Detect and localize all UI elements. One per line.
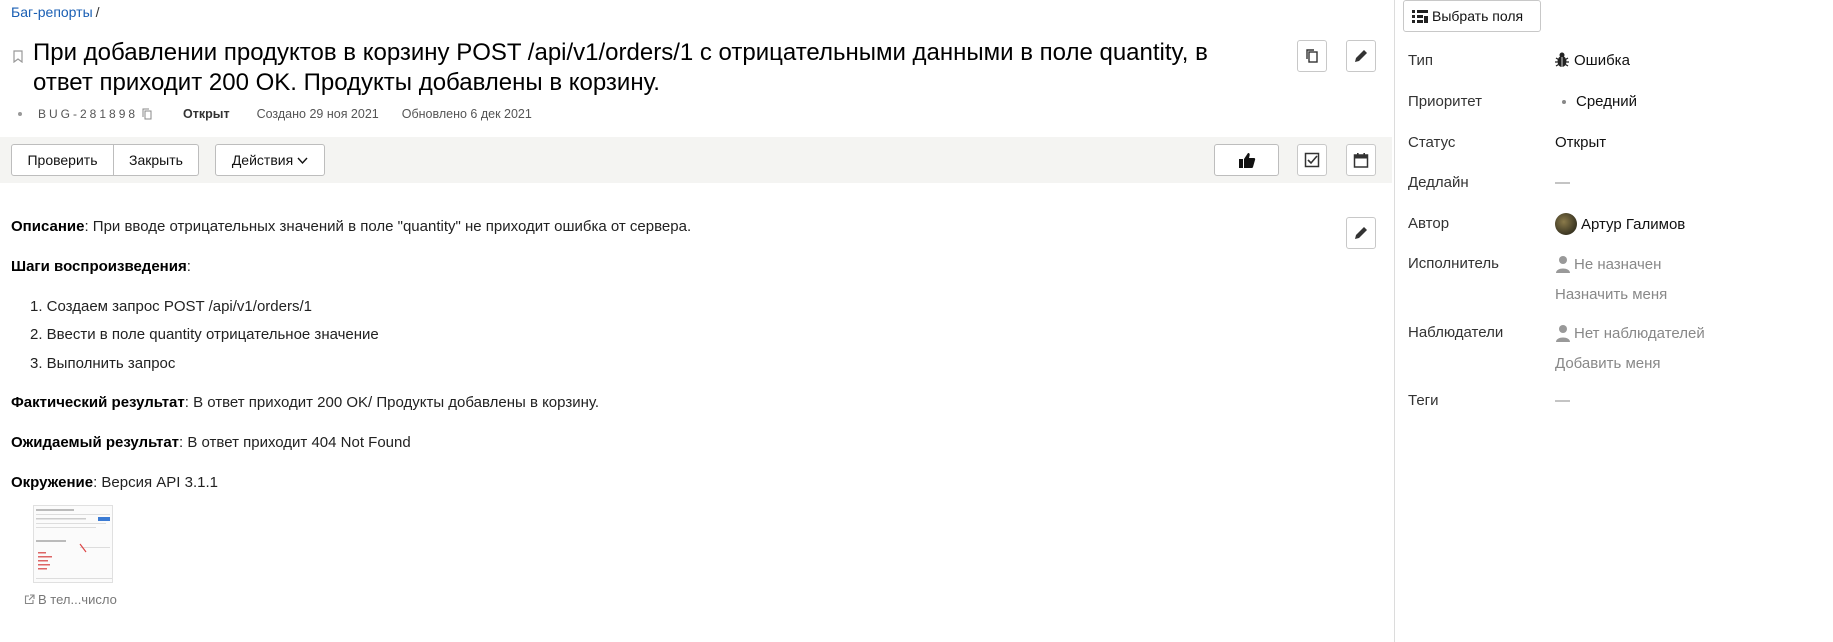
checklist-button[interactable] — [1297, 144, 1327, 176]
breadcrumb: Баг-репорты / — [11, 4, 100, 20]
attachment-name: В тел...число — [38, 592, 117, 607]
priority-text: Средний — [1576, 93, 1637, 110]
add-me-link[interactable]: Добавить меня — [1555, 355, 1661, 372]
checkbox-icon — [1304, 152, 1320, 168]
copy-button[interactable] — [1297, 40, 1327, 72]
description-text: : При вводе отрицательных значений в пол… — [84, 218, 692, 235]
type-value[interactable]: Ошибка — [1553, 51, 1630, 69]
attachment-preview-image — [34, 506, 112, 582]
expected-result-text: : В ответ приходит 404 Not Found — [179, 434, 411, 451]
external-link-icon — [24, 594, 35, 605]
expected-result-line: Ожидаемый результат: В ответ приходит 40… — [11, 434, 411, 451]
breadcrumb-parent-link[interactable]: Баг-репорты — [11, 4, 93, 20]
issue-key: BUG-281898 — [38, 107, 139, 121]
chevron-down-icon — [297, 157, 308, 164]
steps-label: Шаги воспроизведения — [11, 258, 187, 275]
calendar-icon — [1353, 153, 1369, 168]
check-button[interactable]: Проверить — [11, 144, 114, 176]
description-label: Описание — [11, 218, 85, 235]
assignee-label: Исполнитель — [1408, 255, 1499, 272]
issue-sidebar: Выбрать поля Тип Ошибка Приоритет Средни… — [1395, 0, 1833, 642]
watchers-value[interactable]: Нет наблюдателей — [1555, 324, 1705, 342]
deadline-value[interactable]: — — [1555, 174, 1570, 191]
avatar — [1555, 213, 1577, 235]
description-line: Описание: При вводе отрицательных значен… — [11, 218, 691, 235]
steps-heading: Шаги воспроизведения: — [11, 258, 191, 275]
watchers-label: Наблюдатели — [1408, 324, 1504, 341]
bug-icon — [1555, 52, 1569, 67]
environment-text: : Версия API 3.1.1 — [93, 474, 218, 491]
issue-title: При добавлении продуктов в корзину POST … — [33, 39, 1208, 96]
assignee-text: Не назначен — [1574, 255, 1662, 273]
bookmark-icon[interactable] — [13, 50, 23, 63]
type-text: Ошибка — [1574, 51, 1630, 69]
status-label: Статус — [1408, 134, 1456, 151]
actual-result-line: Фактический результат: В ответ приходит … — [11, 394, 599, 411]
list-settings-icon — [1412, 10, 1428, 23]
priority-value[interactable]: Средний — [1555, 93, 1637, 110]
tags-label: Теги — [1408, 392, 1439, 409]
expected-result-label: Ожидаемый результат — [11, 434, 180, 451]
issue-meta: BUG-281898 Открыт Создано 29 ноя 2021 Об… — [18, 107, 532, 121]
person-icon — [1556, 325, 1570, 342]
thumbs-up-icon — [1238, 152, 1255, 168]
environment-label: Окружение — [11, 474, 94, 491]
copy-key-icon[interactable] — [141, 108, 153, 120]
priority-dot — [1562, 99, 1566, 104]
person-icon — [1556, 256, 1570, 273]
select-fields-label: Выбрать поля — [1432, 8, 1524, 24]
action-toolbar: Проверить Закрыть Действия — [0, 137, 1392, 183]
attachment-thumbnail[interactable] — [33, 505, 113, 583]
actions-label: Действия — [231, 152, 294, 168]
calendar-button[interactable] — [1346, 144, 1376, 176]
breadcrumb-separator: / — [95, 4, 100, 20]
copy-icon — [1306, 49, 1318, 63]
step-item: 3. Выполнить запрос — [30, 355, 176, 372]
author-label: Автор — [1408, 215, 1450, 232]
edit-title-button[interactable] — [1346, 40, 1376, 72]
tags-value[interactable]: — — [1555, 392, 1570, 409]
actual-result-label: Фактический результат — [11, 394, 185, 411]
issue-main-panel: Баг-репорты / При добавлении продуктов в … — [0, 0, 1392, 642]
close-button[interactable]: Закрыть — [114, 144, 199, 176]
status-badge: Открыт — [183, 107, 230, 121]
status-value[interactable]: Открыт — [1555, 134, 1606, 151]
assignee-value[interactable]: Не назначен — [1555, 255, 1661, 273]
deadline-label: Дедлайн — [1408, 174, 1469, 191]
author-name: Артур Галимов — [1581, 215, 1686, 233]
watchers-text: Нет наблюдателей — [1574, 324, 1705, 342]
attachment-link[interactable]: В тел...число — [24, 592, 117, 607]
actual-result-text: : В ответ приходит 200 OK/ Продукты доба… — [184, 394, 600, 411]
type-label: Тип — [1408, 52, 1434, 69]
edit-description-button[interactable] — [1346, 217, 1376, 249]
environment-line: Окружение: Версия API 3.1.1 — [11, 474, 218, 491]
actions-dropdown[interactable]: Действия — [215, 144, 325, 176]
select-fields-button[interactable]: Выбрать поля — [1403, 0, 1541, 32]
step-item: 2. Ввести в поле quantity отрицательное … — [30, 326, 379, 343]
updated-date: Обновлено 6 дек 2021 — [401, 107, 532, 121]
priority-label: Приоритет — [1408, 93, 1482, 110]
author-value[interactable]: Артур Галимов — [1555, 213, 1685, 235]
meta-dot — [18, 112, 22, 116]
pencil-icon — [1355, 50, 1367, 62]
pencil-icon — [1355, 227, 1367, 239]
like-button[interactable] — [1214, 144, 1279, 176]
steps-colon: : — [186, 258, 191, 275]
step-item: 1. Создаем запрос POST /api/v1/orders/1 — [30, 298, 312, 315]
assign-me-link[interactable]: Назначить меня — [1555, 286, 1667, 303]
created-date: Создано 29 ноя 2021 — [256, 107, 379, 121]
